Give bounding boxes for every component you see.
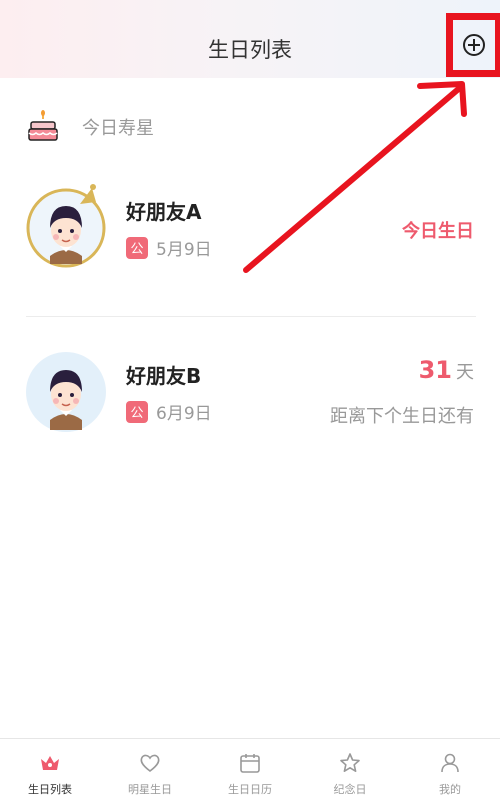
friend-name: 好朋友B (126, 364, 202, 388)
tab-birthday-calendar[interactable]: 生日日历 (200, 739, 300, 800)
days-unit: 天 (456, 362, 474, 383)
today-birthday-tag: 今日生日 (402, 221, 474, 242)
section-label: 今日寿星 (82, 118, 154, 139)
avatar (26, 352, 106, 432)
tab-mine[interactable]: 我的 (400, 739, 500, 800)
countdown-label: 距离下个生日还有 (330, 406, 474, 427)
tab-star-birthdays[interactable]: 明星生日 (100, 739, 200, 800)
birthday-date: 公 6月9日 (126, 399, 212, 424)
header-bar: 生日列表 (0, 0, 500, 78)
tab-anniversary[interactable]: 纪念日 (300, 739, 400, 800)
star-icon (340, 753, 360, 772)
tab-label: 纪念日 (333, 783, 367, 796)
page-title: 生日列表 (208, 38, 292, 62)
crown-icon (41, 756, 59, 770)
divider (26, 316, 476, 317)
bottom-tab-bar: 生日列表 明星生日 生日日历 纪念日 我的 (0, 738, 500, 800)
solar-calendar-badge: 公 (126, 400, 148, 423)
calendar-icon (240, 754, 260, 773)
days-remaining: 31 天 (419, 356, 474, 384)
days-count: 31 (418, 356, 452, 384)
plus-circle-icon (463, 34, 485, 56)
tab-label: 生日日历 (228, 783, 272, 796)
person-icon (441, 753, 459, 773)
birthday-date: 公 5月9日 (126, 235, 212, 260)
date-text: 6月9日 (156, 404, 212, 424)
heart-icon (140, 754, 160, 773)
tab-birthday-list[interactable]: 生日列表 (0, 739, 100, 800)
tab-label: 明星生日 (128, 783, 172, 796)
friend-item[interactable]: 好朋友A 公 5月9日 今日生日 (0, 172, 500, 292)
add-birthday-button[interactable] (446, 13, 500, 77)
friend-name: 好朋友A (126, 200, 202, 224)
today-section-header: 今日寿星 (26, 108, 154, 146)
party-hat-icon (80, 184, 96, 204)
tab-label: 我的 (439, 783, 461, 796)
solar-calendar-badge: 公 (126, 236, 148, 259)
date-text: 5月9日 (156, 240, 212, 260)
cake-icon (28, 110, 58, 141)
tab-label: 生日列表 (28, 783, 72, 796)
friend-item[interactable]: 好朋友B 公 6月9日 31 天 距离下个生日还有 (0, 336, 500, 456)
